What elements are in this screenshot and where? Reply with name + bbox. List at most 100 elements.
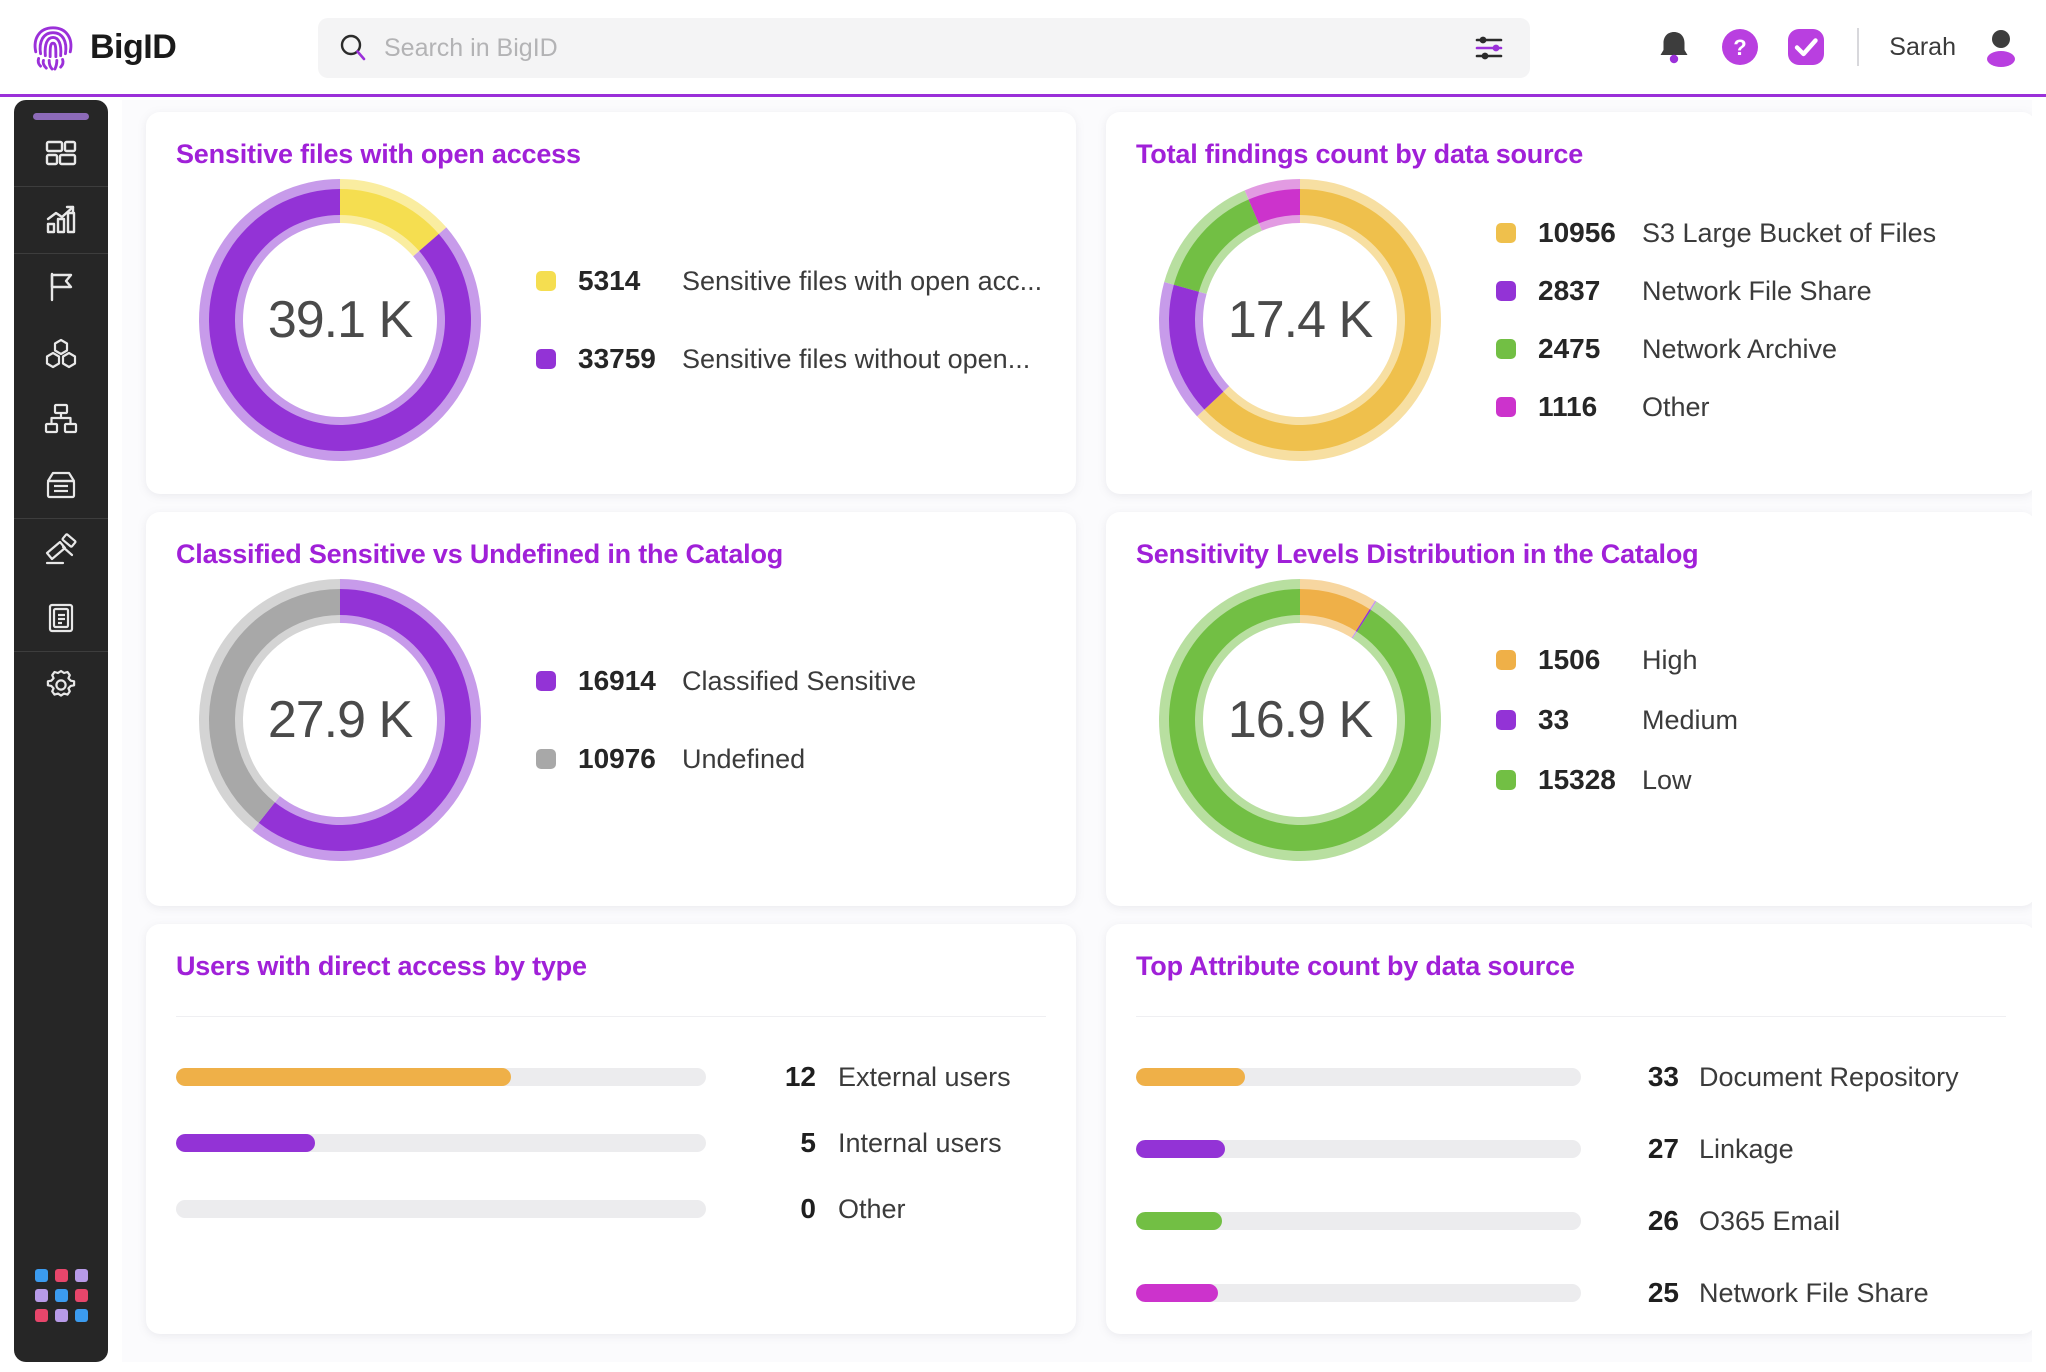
user-avatar-icon bbox=[1987, 30, 2015, 67]
donut-center-value: 16.9 K bbox=[1227, 691, 1373, 750]
bar-row[interactable]: 12 External users bbox=[176, 1061, 1046, 1093]
legend-item[interactable]: 10956 S3 Large Bucket of Files bbox=[1496, 217, 1936, 249]
donut-holder: 17.4 K bbox=[1150, 170, 1450, 470]
brand[interactable]: BigID bbox=[30, 23, 290, 71]
tasks-button[interactable] bbox=[1785, 26, 1827, 68]
bar-value: 26 bbox=[1647, 1205, 1679, 1237]
bar-value: 27 bbox=[1647, 1133, 1679, 1165]
legend-swatch bbox=[1496, 339, 1516, 360]
bar-label: Other bbox=[838, 1193, 906, 1224]
app-grid-dot bbox=[74, 1269, 88, 1282]
legend-item[interactable]: 15328 Low bbox=[1496, 764, 1738, 796]
legend-swatch bbox=[536, 349, 556, 370]
brand-name: BigID bbox=[90, 27, 177, 66]
legend-item[interactable]: 2475 Network Archive bbox=[1496, 333, 1936, 365]
bar-body: 12 External users 5 Internal users 0 Other bbox=[176, 1016, 1046, 1225]
widget-card-classified-sensitive-vs-undefined: Classified Sensitive vs Undefined in the… bbox=[146, 512, 1076, 906]
legend-swatch bbox=[536, 671, 556, 692]
question-circle-icon: ? bbox=[1722, 29, 1759, 65]
card-title: Classified Sensitive vs Undefined in the… bbox=[176, 539, 784, 569]
donut-body: 17.4 K 10956 S3 Large Bucket of Files 2837 N… bbox=[1136, 170, 2006, 470]
dashboard-page: BigID Search in BigID ? Sarah Sensitive … bbox=[0, 0, 2046, 1372]
legend-swatch bbox=[1496, 281, 1516, 302]
card-title: Top Attribute count by data source bbox=[1136, 951, 1575, 981]
app-header: BigID Search in BigID ? Sarah bbox=[0, 0, 2046, 97]
user-name: Sarah bbox=[1889, 32, 1956, 61]
notifications-button[interactable] bbox=[1653, 26, 1695, 68]
dashboard-grid-icon bbox=[45, 140, 77, 166]
donut-center-value: 39.1 K bbox=[267, 291, 413, 350]
donut-body: 27.9 K 16914 Classified Sensitive 10976 Unde… bbox=[176, 570, 1046, 870]
sidebar-item-policies[interactable] bbox=[14, 519, 108, 585]
bar-fill bbox=[1136, 1284, 1219, 1303]
sidebar-item-dashboard[interactable] bbox=[14, 120, 108, 186]
widget-card-sensitivity-levels-distribution: Sensitivity Levels Distribution in the C… bbox=[1106, 512, 2032, 906]
bar-track bbox=[1136, 1140, 1581, 1159]
bar-row[interactable]: 27 Linkage bbox=[1136, 1133, 2006, 1165]
bar-row[interactable]: 0 Other bbox=[176, 1193, 1046, 1225]
legend-item[interactable]: 10976 Undefined bbox=[536, 743, 916, 775]
donut-center-value: 17.4 K bbox=[1227, 291, 1373, 350]
sidebar bbox=[14, 100, 108, 1362]
card-title: Sensitive files with open access bbox=[176, 139, 581, 169]
legend-item[interactable]: 5314 Sensitive files with open acc... bbox=[536, 265, 1042, 297]
card-title: Users with direct access by type bbox=[176, 951, 587, 981]
legend-item[interactable]: 1506 High bbox=[1496, 644, 1738, 676]
legend-value: 2837 bbox=[1538, 275, 1601, 307]
sidebar-item-settings[interactable] bbox=[14, 652, 108, 718]
fingerprint-icon bbox=[33, 26, 73, 71]
sidebar-item-data-sources[interactable] bbox=[14, 386, 108, 452]
legend-item[interactable]: 33 Medium bbox=[1496, 704, 1738, 736]
search-bar[interactable] bbox=[318, 18, 1530, 78]
bar-row[interactable]: 5 Internal users bbox=[176, 1127, 1046, 1159]
header-divider bbox=[1857, 28, 1860, 66]
bar-fill bbox=[1136, 1212, 1222, 1231]
legend-label: Medium bbox=[1642, 704, 1739, 735]
card-title: Total findings count by data source bbox=[1136, 139, 1584, 169]
help-button[interactable]: ? bbox=[1719, 26, 1761, 68]
legend-value: 33 bbox=[1538, 704, 1570, 736]
sidebar-item-data-overview[interactable] bbox=[14, 254, 108, 320]
bar-value: 5 bbox=[800, 1127, 816, 1159]
chart-legend: 10956 S3 Large Bucket of Files 2837 Network… bbox=[1496, 217, 1936, 423]
app-grid-dots-icon bbox=[34, 1269, 88, 1322]
legend-label: Undefined bbox=[682, 743, 806, 774]
legend-value: 15328 bbox=[1538, 764, 1616, 796]
app-grid-dot bbox=[54, 1269, 68, 1282]
widget-grid: Sensitive files with open access 39.1 K 53… bbox=[146, 112, 2032, 1334]
bar-label: Document Repository bbox=[1699, 1061, 1959, 1092]
bar-label: External users bbox=[838, 1061, 1011, 1092]
app-grid-dot bbox=[34, 1269, 48, 1282]
sidebar-item-catalog[interactable] bbox=[14, 452, 108, 518]
legend-item[interactable]: 2837 Network File Share bbox=[1496, 275, 1936, 307]
bar-fill bbox=[1136, 1140, 1225, 1159]
bar-rows: 12 External users 5 Internal users 0 Other bbox=[176, 1061, 1046, 1225]
bar-row[interactable]: 33 Document Repository bbox=[1136, 1061, 2006, 1093]
sidebar-item-reports[interactable] bbox=[14, 585, 108, 651]
app-grid-dot bbox=[54, 1309, 68, 1322]
legend-item[interactable]: 16914 Classified Sensitive bbox=[536, 665, 916, 697]
chart-legend: 1506 High 33 Medium 15328 Low bbox=[1496, 644, 1738, 796]
check-circle-icon bbox=[1788, 29, 1825, 65]
legend-item[interactable]: 33759 Sensitive files without open... bbox=[536, 343, 1042, 375]
bar-fill bbox=[176, 1068, 511, 1087]
legend-value: 1116 bbox=[1538, 391, 1598, 423]
sidebar-item-clusters[interactable] bbox=[14, 320, 108, 386]
app-switcher-button[interactable] bbox=[34, 1269, 88, 1322]
legend-label: S3 Large Bucket of Files bbox=[1642, 217, 1937, 248]
bar-track bbox=[176, 1200, 706, 1219]
sidebar-item-insights[interactable] bbox=[14, 187, 108, 253]
bar-track bbox=[1136, 1284, 1581, 1303]
bar-row[interactable]: 26 O365 Email bbox=[1136, 1205, 2006, 1237]
gear-icon bbox=[46, 669, 76, 697]
hexagons-icon bbox=[45, 338, 77, 369]
user-menu-button[interactable] bbox=[1980, 26, 2022, 68]
bar-track bbox=[176, 1134, 706, 1153]
legend-value: 1506 bbox=[1538, 644, 1601, 676]
search-input[interactable] bbox=[384, 33, 1472, 63]
legend-item[interactable]: 1116 Other bbox=[1496, 391, 1936, 423]
legend-label: Network File Share bbox=[1642, 275, 1872, 306]
dashboard-content: Sensitive files with open access 39.1 K 53… bbox=[122, 100, 2032, 1362]
filter-sliders-icon[interactable] bbox=[1472, 31, 1506, 65]
bar-row[interactable]: 25 Network File Share bbox=[1136, 1277, 2006, 1309]
